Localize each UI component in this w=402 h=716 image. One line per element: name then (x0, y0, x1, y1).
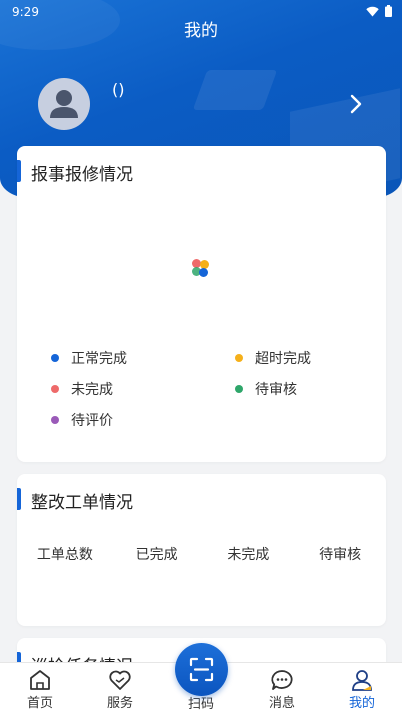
legend-item: 超时完成 (235, 348, 311, 368)
avatar[interactable] (38, 78, 90, 130)
home-icon (30, 670, 50, 690)
card-title: 报事报修情况 (31, 165, 133, 185)
card-accent-bar (17, 488, 21, 510)
chevron-right-icon[interactable] (346, 93, 366, 115)
legend-item: 待审核 (235, 379, 297, 399)
scan-icon (189, 657, 214, 682)
legend-dot (51, 385, 59, 393)
tab-service[interactable]: 服务 (80, 663, 160, 716)
tab-messages[interactable]: 消息 (242, 663, 322, 716)
stat-pending-label: 待审核 (319, 547, 362, 563)
page-title: 我的 (184, 21, 218, 41)
legend-dot (235, 385, 243, 393)
card-title: 整改工单情况 (31, 493, 133, 513)
repair-status-card: 报事报修情况 正常完成 超时完成 未完成 待审核 待评价 (17, 146, 386, 462)
legend-dot (51, 416, 59, 424)
loading-spinner-icon (192, 259, 212, 281)
tab-mine[interactable]: 我的 (322, 663, 402, 716)
legend-dot (51, 354, 59, 362)
scan-button[interactable] (175, 643, 228, 696)
rectify-status-card: 整改工单情况 工单总数 已完成 未完成 待审核 (17, 474, 386, 626)
legend-dot (235, 354, 243, 362)
stat-columns: 工单总数 已完成 未完成 待审核 (17, 544, 386, 564)
profile-icon (352, 670, 372, 691)
heart-icon (109, 670, 131, 690)
stat-undone-label: 未完成 (227, 547, 270, 563)
card-accent-bar (17, 160, 21, 182)
stat-total-label: 工单总数 (36, 547, 93, 563)
tab-home[interactable]: 首页 (0, 663, 80, 716)
user-icon (50, 90, 78, 118)
username[interactable]: () (112, 80, 124, 99)
header-decoration (192, 70, 278, 110)
legend-item: 正常完成 (51, 348, 127, 368)
legend-item: 未完成 (51, 379, 113, 399)
legend-item: 待评价 (51, 410, 113, 430)
stat-done-label: 已完成 (135, 547, 178, 563)
chat-bubble-icon (271, 670, 293, 690)
wifi-icon (366, 6, 379, 16)
